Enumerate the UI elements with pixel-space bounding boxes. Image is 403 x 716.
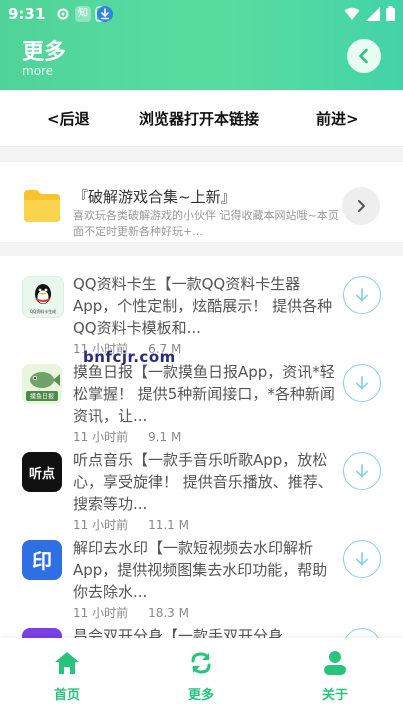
page-subtitle: more [22,64,54,78]
tab-more[interactable]: 更多 [161,650,241,703]
wifi-icon [344,7,360,20]
download-arrow-icon [356,288,368,302]
app-description: 解印去水印【一款短视频去水印解析App，提供视频图集去水印功能，帮助你去除水..… [73,539,328,601]
tab-about[interactable]: 关于 [295,650,375,703]
promo-open-button[interactable] [342,187,380,225]
open-in-browser-button[interactable]: 浏览器打开本链接 [139,108,259,129]
chevron-right-icon [358,200,365,212]
tab-label: 首页 [53,688,80,703]
download-arrow-icon [356,464,368,478]
download-button[interactable] [343,452,381,490]
tab-home[interactable]: 首页 [27,650,107,703]
back-button[interactable] [347,39,381,73]
list-item[interactable]: 听点 听点音乐【一款手音乐听歌App，放松心，享受旋律！ 提供音乐播放、推荐、搜… [0,438,403,532]
download-icon [97,6,113,22]
divider [0,242,403,256]
divider [0,147,403,162]
app-icon: 知 [75,6,91,22]
download-button[interactable] [343,276,381,314]
signal-icon [366,6,380,21]
chevron-left-icon [359,48,368,64]
watermark-text: bnfcjr.com [83,348,176,366]
battery-icon [386,6,395,21]
app-description: QQ资料卡生【一款QQ资料卡生器App，个性定制，炫酷展示！ 提供各种QQ资料卡… [73,275,333,337]
promo-description: 喜欢玩各类破解游戏的小伙伴 记得收藏本网站哦~本页面不定时更新各种好玩+... [73,209,339,238]
promo-card[interactable]: 『破解游戏合集~上新』 喜欢玩各类破解游戏的小伙伴 记得收藏本网站哦~本页面不定… [0,176,403,242]
svg-text:摸鱼日报: 摸鱼日报 [30,393,54,401]
download-button[interactable] [343,540,381,578]
folder-icon [22,188,62,224]
svg-text:听点: 听点 [29,466,55,482]
download-arrow-icon [356,552,368,566]
tab-label: 关于 [321,688,348,703]
music-icon: 听点 [22,452,62,492]
svg-text:印: 印 [32,549,52,573]
qq-penguin-icon: QQ资料卡生成 [22,276,64,318]
svg-text:QQ资料卡生成: QQ资料卡生成 [30,308,56,314]
header: 9:31 知 更多 more [0,0,403,90]
list-item[interactable]: QQ资料卡生成 QQ资料卡生【一款QQ资料卡生器App，个性定制，炫酷展示！ 提… [0,262,403,356]
promo-title: 『破解游戏合集~上新』 [73,188,236,206]
bottom-tab-bar: 首页 更多 关于 [0,638,403,716]
nav-forward-button[interactable]: 前进> [316,108,359,129]
home-icon [55,652,79,674]
nav-back-button[interactable]: <后退 [47,108,90,129]
status-time: 9:31 [8,5,46,23]
list-item[interactable]: 摸鱼日报 摸鱼日报【一款摸鱼日报App，资讯*轻松掌握！ 提供5种新闻接口，*各… [0,350,403,444]
list-item[interactable]: 印 解印去水印【一款短视频去水印解析App，提供视频图集去水印功能，帮助你去除水… [0,526,403,620]
download-arrow-icon [356,376,368,390]
page-title: 更多 [22,40,67,65]
settings-icon [55,6,71,22]
download-button[interactable] [343,364,381,402]
status-right [344,6,395,21]
app-description: 听点音乐【一款手音乐听歌App，放松心，享受旋律！ 提供音乐播放、推荐、搜索等功… [73,451,333,513]
refresh-icon [191,652,211,674]
fish-icon: 摸鱼日报 [22,364,62,404]
user-icon [324,651,346,675]
tab-label: 更多 [187,688,214,703]
watermark-remove-icon: 印 [22,540,62,580]
app-description: 摸鱼日报【一款摸鱼日报App，资讯*轻松掌握！ 提供5种新闻接口，*各种新闻资讯… [73,363,335,425]
browser-nav: <后退 浏览器打开本链接 前进> [0,90,403,147]
